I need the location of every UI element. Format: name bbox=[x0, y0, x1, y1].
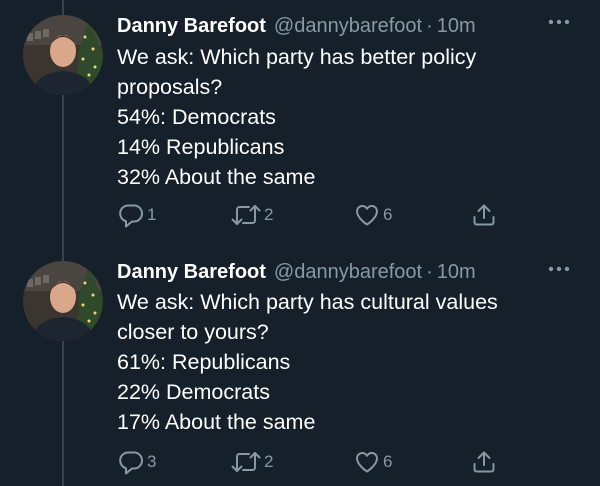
tweet-line: 61%: Republicans bbox=[117, 350, 291, 374]
tweet-line: 32% About the same bbox=[117, 165, 316, 189]
reply-icon bbox=[119, 451, 143, 475]
tweet[interactable]: Danny Barefoot @dannybarefoot · 10m We a… bbox=[0, 245, 600, 486]
tweet-line: We ask: Which party has cultural values bbox=[117, 290, 498, 314]
retweet-count: 2 bbox=[264, 205, 274, 224]
tweet-line: 14% Republicans bbox=[117, 135, 285, 159]
like-count: 6 bbox=[383, 205, 393, 224]
avatar[interactable] bbox=[23, 261, 103, 341]
like-button[interactable]: 6 bbox=[354, 447, 392, 477]
share-icon bbox=[473, 451, 495, 473]
tweet-line: proposals? bbox=[117, 75, 223, 99]
like-count: 6 bbox=[383, 452, 393, 471]
reply-count: 1 bbox=[147, 205, 157, 224]
tweet-text: We ask: Which party has cultural values … bbox=[117, 287, 587, 437]
reply-button[interactable]: 3 bbox=[118, 447, 156, 477]
like-button[interactable]: 6 bbox=[354, 200, 392, 230]
avatar[interactable] bbox=[23, 15, 103, 95]
tweet-line: closer to yours? bbox=[117, 320, 269, 344]
share-button[interactable] bbox=[471, 447, 497, 477]
tweet[interactable]: Danny Barefoot @dannybarefoot · 10m We a… bbox=[0, 0, 600, 245]
separator: · bbox=[426, 261, 433, 283]
like-icon bbox=[355, 204, 379, 226]
author-name[interactable]: Danny Barefoot bbox=[117, 10, 266, 42]
tweet-header: Danny Barefoot @dannybarefoot · 10m bbox=[117, 256, 476, 288]
tweet-header: Danny Barefoot @dannybarefoot · 10m bbox=[117, 10, 476, 42]
timestamp[interactable]: 10m bbox=[437, 10, 476, 42]
tweet-text: We ask: Which party has better policy pr… bbox=[117, 42, 587, 192]
tweet-line: 54%: Democrats bbox=[117, 105, 276, 129]
separator: · bbox=[426, 15, 433, 37]
author-handle[interactable]: @dannybarefoot bbox=[274, 10, 422, 42]
retweet-icon bbox=[231, 452, 261, 472]
timestamp[interactable]: 10m bbox=[437, 256, 476, 288]
author-name[interactable]: Danny Barefoot bbox=[117, 256, 266, 288]
avatar-photo bbox=[23, 15, 103, 95]
more-icon bbox=[548, 266, 570, 272]
share-icon bbox=[473, 204, 495, 226]
avatar-photo bbox=[23, 261, 103, 341]
reply-count: 3 bbox=[147, 452, 157, 471]
retweet-button[interactable]: 2 bbox=[231, 200, 273, 230]
author-handle[interactable]: @dannybarefoot bbox=[274, 256, 422, 288]
tweet-line: 17% About the same bbox=[117, 410, 316, 434]
more-options-button[interactable] bbox=[546, 257, 572, 281]
more-icon bbox=[548, 19, 570, 25]
reply-icon bbox=[119, 204, 143, 228]
reply-button[interactable]: 1 bbox=[118, 200, 156, 230]
share-button[interactable] bbox=[471, 200, 497, 230]
retweet-count: 2 bbox=[264, 452, 274, 471]
action-bar: 3 2 6 bbox=[118, 447, 518, 477]
tweet-line: 22% Democrats bbox=[117, 380, 270, 404]
retweet-button[interactable]: 2 bbox=[231, 447, 273, 477]
retweet-icon bbox=[231, 205, 261, 225]
action-bar: 1 2 6 bbox=[118, 200, 518, 230]
more-options-button[interactable] bbox=[546, 10, 572, 34]
tweet-line: We ask: Which party has better policy bbox=[117, 45, 477, 69]
like-icon bbox=[355, 451, 379, 473]
